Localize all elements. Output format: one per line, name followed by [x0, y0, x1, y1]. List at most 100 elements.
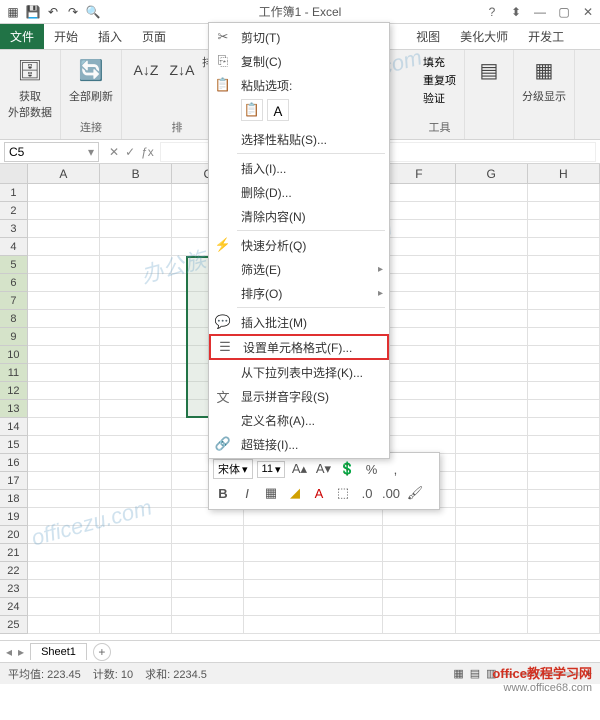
cell[interactable]: [528, 616, 600, 634]
cm-paste-special[interactable]: 选择性粘贴(S)...: [209, 127, 389, 151]
cell[interactable]: [100, 616, 172, 634]
row-header[interactable]: 22: [0, 562, 28, 580]
paste-default[interactable]: 📋: [241, 99, 263, 121]
cell[interactable]: [528, 544, 600, 562]
cell[interactable]: [383, 400, 455, 418]
shrink-font-icon[interactable]: A▾: [313, 459, 333, 479]
cell[interactable]: [383, 580, 455, 598]
cell[interactable]: [528, 382, 600, 400]
cell[interactable]: [100, 400, 172, 418]
cm-delete[interactable]: 删除(D)...: [209, 180, 389, 204]
cell[interactable]: [100, 526, 172, 544]
cell[interactable]: [244, 598, 383, 616]
cell[interactable]: [383, 508, 455, 526]
cell[interactable]: [28, 238, 100, 256]
cell[interactable]: [456, 184, 528, 202]
close-icon[interactable]: ✕: [580, 5, 596, 19]
row-header[interactable]: 21: [0, 544, 28, 562]
cell[interactable]: [383, 184, 455, 202]
tab-home[interactable]: 开始: [44, 24, 88, 49]
cm-hyperlink[interactable]: 🔗超链接(I)...: [209, 432, 389, 456]
cell[interactable]: [172, 616, 244, 634]
cell[interactable]: [28, 490, 100, 508]
save-icon[interactable]: 💾: [24, 3, 42, 21]
cell[interactable]: [383, 418, 455, 436]
col-header[interactable]: G: [456, 164, 528, 183]
format-painter-icon[interactable]: 🖌: [405, 483, 425, 503]
cell[interactable]: [100, 454, 172, 472]
sort-asc-button[interactable]: A↓Z: [130, 54, 162, 86]
row-header[interactable]: 1: [0, 184, 28, 202]
cell[interactable]: [28, 436, 100, 454]
row-header[interactable]: 6: [0, 274, 28, 292]
select-all-corner[interactable]: [0, 164, 28, 183]
cell[interactable]: [28, 382, 100, 400]
cell[interactable]: [383, 544, 455, 562]
cell[interactable]: [100, 328, 172, 346]
dedup-button[interactable]: 重复项: [423, 72, 456, 90]
add-sheet-button[interactable]: +: [93, 643, 111, 661]
cell[interactable]: [28, 598, 100, 616]
cell[interactable]: [172, 598, 244, 616]
cell[interactable]: [528, 508, 600, 526]
cell[interactable]: [100, 418, 172, 436]
row-header[interactable]: 8: [0, 310, 28, 328]
nav-first-icon[interactable]: ◂: [6, 645, 12, 659]
tab-page[interactable]: 页面: [132, 24, 176, 49]
cell[interactable]: [100, 220, 172, 238]
cell[interactable]: [244, 508, 383, 526]
bold-button[interactable]: B: [213, 483, 233, 503]
col-header[interactable]: B: [100, 164, 172, 183]
increase-decimal-icon[interactable]: .00: [381, 483, 401, 503]
cell[interactable]: [528, 598, 600, 616]
row-header[interactable]: 25: [0, 616, 28, 634]
row-header[interactable]: 16: [0, 454, 28, 472]
border-icon[interactable]: ▦: [261, 483, 281, 503]
cm-filter[interactable]: 筛选(E)▸: [209, 257, 389, 281]
cell[interactable]: [528, 454, 600, 472]
col-header[interactable]: H: [528, 164, 600, 183]
cell[interactable]: [383, 274, 455, 292]
row-header[interactable]: 23: [0, 580, 28, 598]
cell[interactable]: [456, 454, 528, 472]
row-header[interactable]: 14: [0, 418, 28, 436]
cm-cut[interactable]: ✂剪切(T): [209, 25, 389, 49]
cell[interactable]: [456, 310, 528, 328]
cell[interactable]: [172, 580, 244, 598]
minimize-icon[interactable]: —: [532, 5, 548, 19]
cell[interactable]: [28, 292, 100, 310]
percent-icon[interactable]: %: [361, 459, 381, 479]
cell[interactable]: [456, 544, 528, 562]
undo-icon[interactable]: ↶: [44, 3, 62, 21]
cell[interactable]: [28, 328, 100, 346]
icon-group[interactable]: ▤: [473, 54, 505, 86]
cell[interactable]: [456, 328, 528, 346]
row-header[interactable]: 12: [0, 382, 28, 400]
cell[interactable]: [100, 274, 172, 292]
cell[interactable]: [528, 328, 600, 346]
cell[interactable]: [100, 508, 172, 526]
view-page-icon[interactable]: ▤: [470, 667, 480, 680]
cell[interactable]: [456, 400, 528, 418]
cell[interactable]: [528, 418, 600, 436]
row-header[interactable]: 9: [0, 328, 28, 346]
cell[interactable]: [100, 562, 172, 580]
cell[interactable]: [100, 184, 172, 202]
cell[interactable]: [456, 526, 528, 544]
sheet-tab[interactable]: Sheet1: [30, 643, 87, 660]
cell[interactable]: [528, 274, 600, 292]
cell[interactable]: [28, 274, 100, 292]
row-header[interactable]: 15: [0, 436, 28, 454]
ribbon-toggle-icon[interactable]: ⬍: [508, 5, 524, 19]
cell[interactable]: [456, 202, 528, 220]
cell[interactable]: [383, 346, 455, 364]
cm-sort[interactable]: 排序(O)▸: [209, 281, 389, 305]
cell[interactable]: [456, 238, 528, 256]
cell[interactable]: [100, 382, 172, 400]
row-header[interactable]: 17: [0, 472, 28, 490]
cell[interactable]: [100, 346, 172, 364]
cm-define-name[interactable]: 定义名称(A)...: [209, 408, 389, 432]
cell[interactable]: [383, 382, 455, 400]
cell[interactable]: [456, 598, 528, 616]
cell[interactable]: [28, 472, 100, 490]
